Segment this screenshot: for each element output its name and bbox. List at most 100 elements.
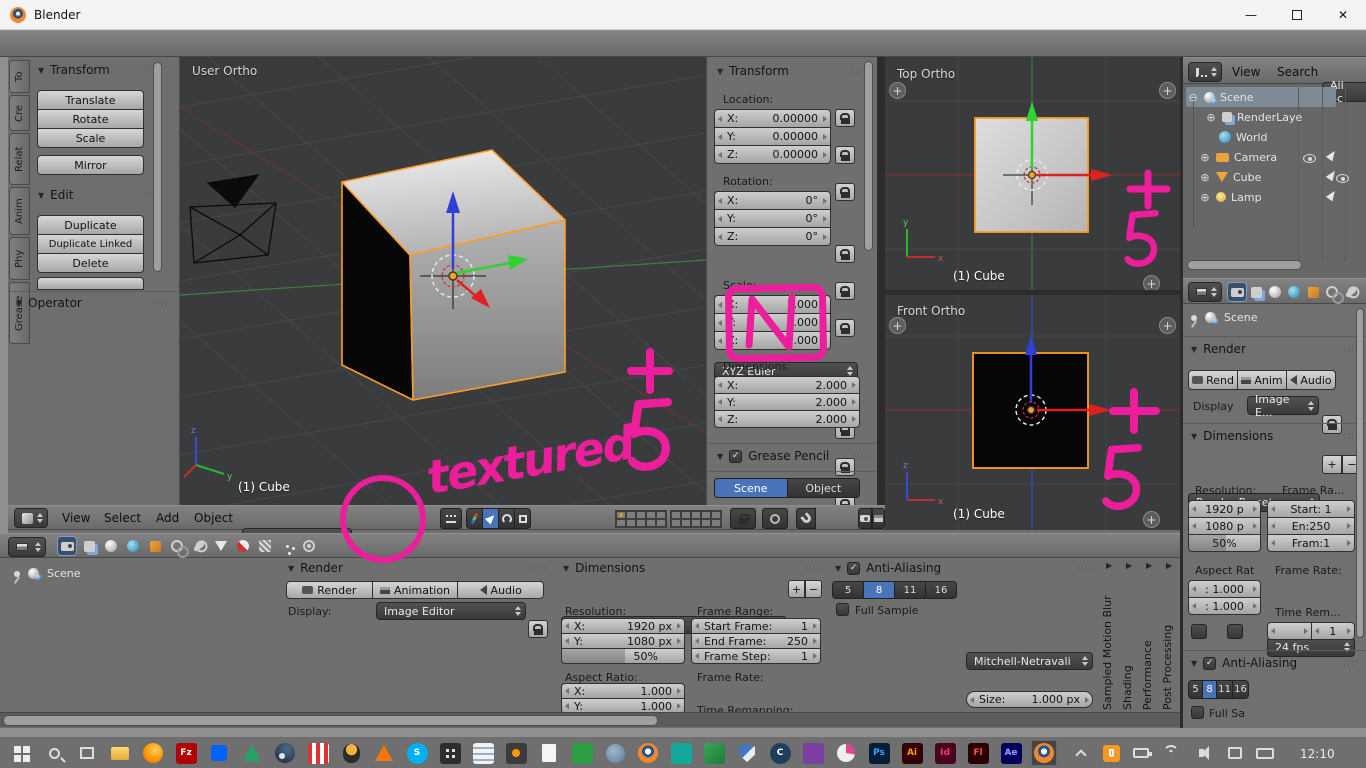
time-old-field[interactable] [1267,622,1312,640]
pin-icon[interactable] [1191,315,1197,321]
tab-world[interactable] [124,537,142,555]
area-divider[interactable] [877,57,885,530]
file-explorer-icon[interactable] [107,740,133,766]
notepad-icon[interactable] [470,740,496,766]
collapsed-panel-sampled-motion-blur[interactable]: Sampled Motion Blur [1101,575,1114,710]
tab-constraints[interactable] [1323,283,1341,301]
tool-shelf-tab-create[interactable]: Cre [9,95,30,131]
aa-samples-11-button[interactable]: 11 [894,581,926,599]
frame-rate-dropdown[interactable]: 24 fps [1267,637,1355,657]
aspect-x-field[interactable]: : 1.000 [1188,580,1261,598]
tool-shelf-tab-tools[interactable]: To [9,60,30,93]
pin-icon[interactable] [14,571,20,577]
rotation-y-field[interactable]: Y:0° [714,209,831,228]
aa-samples-8-button[interactable]: 8 [863,581,895,599]
partial-button[interactable] [37,277,144,290]
aa-filter-dropdown[interactable]: Mitchell-Netravali [966,652,1093,670]
blender-icon[interactable] [635,740,661,766]
after-effects-icon[interactable]: Ae [998,740,1024,766]
task-view-icon[interactable] [74,740,100,766]
sublime-text-icon[interactable] [503,740,529,766]
snap-magnet-button[interactable] [796,508,816,529]
aa-samples-11-button[interactable]: 11 [1216,680,1233,699]
tab-object-data[interactable] [212,537,230,555]
menu-view[interactable]: View [62,511,90,525]
tab-object[interactable] [1304,283,1322,301]
scale-manipulator-button[interactable] [514,508,531,529]
tab-world[interactable] [1285,283,1303,301]
expand-panel-plus-icon[interactable]: + [1143,275,1160,290]
skype-icon[interactable]: S [404,740,430,766]
aa-samples-5-button[interactable]: 5 [1188,680,1203,699]
dimensions-z-field[interactable]: Z:2.000 [714,410,860,428]
add-preset-button[interactable]: + [1322,455,1342,474]
calculator-icon[interactable] [437,740,463,766]
collapsed-panel-shading[interactable]: Shading [1121,575,1134,710]
wifi-tray-icon[interactable] [1158,740,1184,766]
google-drive-icon[interactable] [239,740,265,766]
layers-grid-1[interactable] [615,510,667,528]
translate-manipulator-button[interactable] [482,508,499,529]
blender-active-icon[interactable] [1031,740,1057,766]
scale-z-field[interactable]: Z:1.000 [714,331,831,350]
menu-select[interactable]: Select [104,511,141,525]
menu-object[interactable]: Object [194,511,233,525]
celtx-icon[interactable]: C [767,740,793,766]
anti-aliasing-checkbox[interactable]: ✓ [1203,657,1216,670]
aa-samples-5-button[interactable]: 5 [832,581,864,599]
document-icon[interactable] [536,740,562,766]
action-center-icon[interactable] [1222,740,1248,766]
editor-type-selector[interactable] [14,508,48,528]
n-panel-scrollbar[interactable] [864,61,873,251]
dimensions-x-field[interactable]: X:2.000 [714,376,860,394]
operator-panel-header[interactable]: ▼Operator:::: [16,296,168,310]
collapsed-panel-performance[interactable]: Performance [1141,575,1154,710]
dimensions-panel-header[interactable]: ▼Dimensions:::: [1191,429,1359,443]
render-panel-header[interactable]: ▼Render:::: [1191,342,1359,356]
filezilla-icon[interactable]: Fz [173,740,199,766]
tab-object[interactable] [146,537,164,555]
expand-panel-plus-icon[interactable]: + [1159,82,1176,99]
translate-button[interactable]: Translate [37,90,144,110]
dimensions-y-field[interactable]: Y:2.000 [714,393,860,411]
end-frame-field[interactable]: En:250 [1267,517,1355,535]
scale-x-field[interactable]: X:1.000 [714,295,831,314]
purple-app-icon[interactable] [800,740,826,766]
tab-modifiers[interactable] [1342,283,1360,301]
indesign-icon[interactable]: Id [932,740,958,766]
tree-expand-icon[interactable]: ⊕ [1199,151,1211,164]
start-frame-field[interactable]: Start: 1 [1267,500,1355,518]
maximize-button[interactable] [1274,0,1320,29]
lock-icon[interactable] [835,146,855,164]
rotation-z-field[interactable]: Z:0° [714,227,831,246]
tab-render-layers[interactable] [1247,283,1265,301]
tree-expand-icon[interactable]: ⊕ [1205,111,1217,124]
opengl-render-anim-button[interactable] [872,508,885,529]
mirror-button[interactable]: Mirror [37,155,144,175]
render-audio-button[interactable]: Audio [457,581,544,599]
tool-shelf-scrollbar[interactable] [153,62,162,272]
tab-render-layers[interactable] [80,537,98,555]
lock-to-scene-button[interactable] [730,508,756,529]
border-checkbox[interactable] [1191,624,1207,639]
tab-physics[interactable] [300,537,318,555]
dropbox-icon[interactable] [206,740,232,766]
flash-icon[interactable]: Fl [965,740,991,766]
expand-icon[interactable]: ▶ [1106,561,1112,570]
scene-toggle-button[interactable]: Scene [714,478,788,498]
menu-view[interactable]: View [1232,65,1260,79]
crop-checkbox[interactable] [1227,624,1243,639]
expand-panel-plus-icon[interactable]: + [1159,317,1176,334]
lock-icon[interactable] [835,282,855,300]
resolution-x-field[interactable]: 1920 p [1188,500,1261,518]
remove-preset-button[interactable]: − [805,580,822,598]
location-z-field[interactable]: Z:0.00000 [714,145,831,164]
manipulator-axis-button[interactable] [466,508,483,529]
scrollbar-thumb[interactable] [3,715,658,726]
resolution-y-field[interactable]: Y:1080 px [561,633,685,649]
render-still-button[interactable]: Render [286,581,373,599]
java-tray-icon[interactable] [1098,740,1124,766]
duplicate-linked-button[interactable]: Duplicate Linked [37,234,144,254]
tab-material[interactable] [234,537,252,555]
dimensions-panel-header[interactable]: ▼Dimensions:::: [563,561,821,575]
